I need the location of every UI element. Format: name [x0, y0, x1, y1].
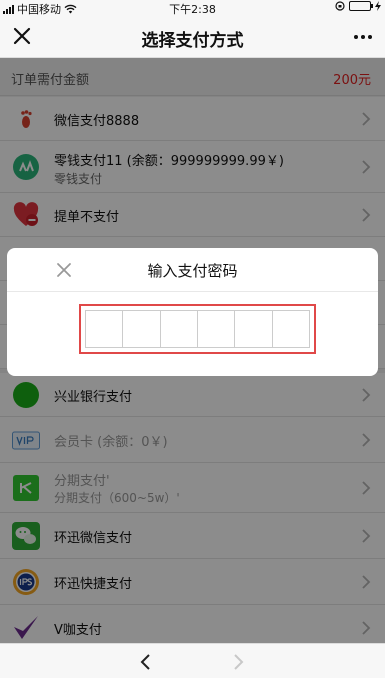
- battery-icon: [349, 1, 373, 11]
- password-input[interactable]: [85, 310, 310, 348]
- forward-arrow-icon[interactable]: [231, 653, 245, 671]
- dialog-title: 输入支付密码: [147, 262, 238, 280]
- password-input-highlight: [79, 304, 316, 354]
- back-arrow-icon[interactable]: [139, 653, 153, 671]
- password-dialog: 输入支付密码: [7, 248, 378, 376]
- divider: [7, 291, 378, 292]
- password-digit-box[interactable]: [86, 311, 124, 347]
- clock: 下午2:38: [169, 3, 216, 16]
- password-digit-box[interactable]: [235, 311, 273, 347]
- password-digit-box[interactable]: [123, 311, 161, 347]
- status-bar: 中国移动 下午2:38: [0, 0, 385, 16]
- password-digit-box[interactable]: [273, 311, 309, 347]
- password-digit-box[interactable]: [198, 311, 236, 347]
- page-title: 选择支付方式: [141, 31, 244, 51]
- bottom-toolbar: [0, 643, 385, 678]
- nav-bar: 选择支付方式: [0, 16, 385, 58]
- password-digit-box[interactable]: [161, 311, 198, 347]
- more-icon[interactable]: [351, 25, 375, 49]
- orientation-lock-icon: [335, 1, 345, 11]
- charging-icon: [375, 1, 381, 11]
